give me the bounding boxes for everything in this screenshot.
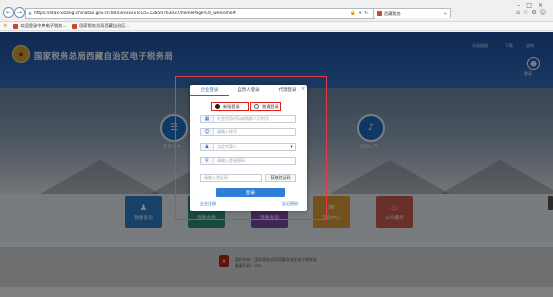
forgot-password-link[interactable]: 忘记密码 (282, 201, 298, 207)
back-button[interactable]: ← (3, 7, 14, 18)
tab-personal-login[interactable]: 自然人登录 (229, 86, 268, 96)
field-placeholder: 请输入登录密码 (217, 158, 245, 163)
ie-icon: e (28, 10, 32, 17)
favorite-favicon-icon (72, 23, 78, 29)
window-controls[interactable]: –□× (517, 2, 549, 9)
tab-enterprise-login[interactable]: 企业登录 (190, 86, 229, 96)
user-icon: ☺ (201, 129, 214, 135)
address-tools-icon[interactable]: 🔒▾↻ (350, 11, 374, 16)
tax-id-input[interactable]: ▦ 社会信用代码或纳税人识别号 (200, 115, 296, 123)
sms-code-input[interactable]: 请输入验证码 (200, 174, 262, 182)
password-input[interactable]: ⚲ 请输入登录密码 (200, 157, 296, 165)
role-icon: ♟ (201, 144, 214, 150)
radio-label: 普通登录 (262, 103, 279, 109)
radio-new-login[interactable]: 新版登录 (211, 102, 249, 111)
address-bar[interactable]: e https://etax.xizang.chinatax.gov.cn:84… (25, 8, 375, 19)
register-link[interactable]: 企业注册 (200, 201, 216, 207)
radio-normal-login[interactable]: 普通登录 (250, 102, 281, 111)
sms-row: 请输入验证码 获取验证码 (200, 174, 296, 182)
browser-toolbar-icons[interactable]: ⌂☆⚙☺ (516, 9, 549, 16)
radio-checked-icon (215, 104, 220, 109)
favorite-favicon-icon (13, 23, 19, 29)
role-select[interactable]: ♟ 法定代表人 ▾ (200, 143, 296, 151)
get-sms-code-button[interactable]: 获取验证码 (265, 174, 296, 182)
forward-button[interactable]: → (14, 7, 25, 18)
radio-label: 新版登录 (223, 103, 240, 109)
lock-icon: ⚲ (201, 158, 214, 164)
favorites-star-icon[interactable]: ★ (3, 23, 7, 29)
tab-title: 西藏税务 (384, 10, 401, 16)
field-placeholder: 请输入账号 (217, 129, 237, 134)
field-placeholder: 法定代表人 (217, 144, 237, 149)
building-icon: ▦ (201, 116, 214, 122)
tab-close-icon[interactable]: × (443, 11, 447, 16)
close-icon[interactable]: × (301, 86, 305, 92)
tab-favicon-icon (377, 11, 382, 16)
favorite-item[interactable]: 欢迎登录中央电子税务... (13, 23, 66, 29)
favorite-item[interactable]: 国家税务总局西藏自治区... (72, 23, 129, 29)
account-input[interactable]: ☺ 请输入账号 (200, 128, 296, 136)
favorite-label: 欢迎登录中央电子税务... (20, 23, 67, 28)
browser-tab[interactable]: 西藏税务 × (373, 8, 451, 18)
url-text[interactable]: https://etax.xizang.chinatax.gov.cn:8443… (34, 11, 350, 16)
field-placeholder: 社会信用代码或纳税人识别号 (217, 116, 269, 121)
radio-unchecked-icon (254, 104, 259, 109)
login-tabs: 企业登录 自然人登录 代理登录 (190, 86, 307, 96)
login-button[interactable]: 登录 (216, 188, 285, 197)
favorite-label: 国家税务总局西藏自治区... (79, 23, 130, 28)
favorites-bar: ★ 欢迎登录中央电子税务... 国家税务总局西藏自治区... (0, 22, 553, 31)
chevron-down-icon[interactable]: ▾ (288, 145, 295, 150)
